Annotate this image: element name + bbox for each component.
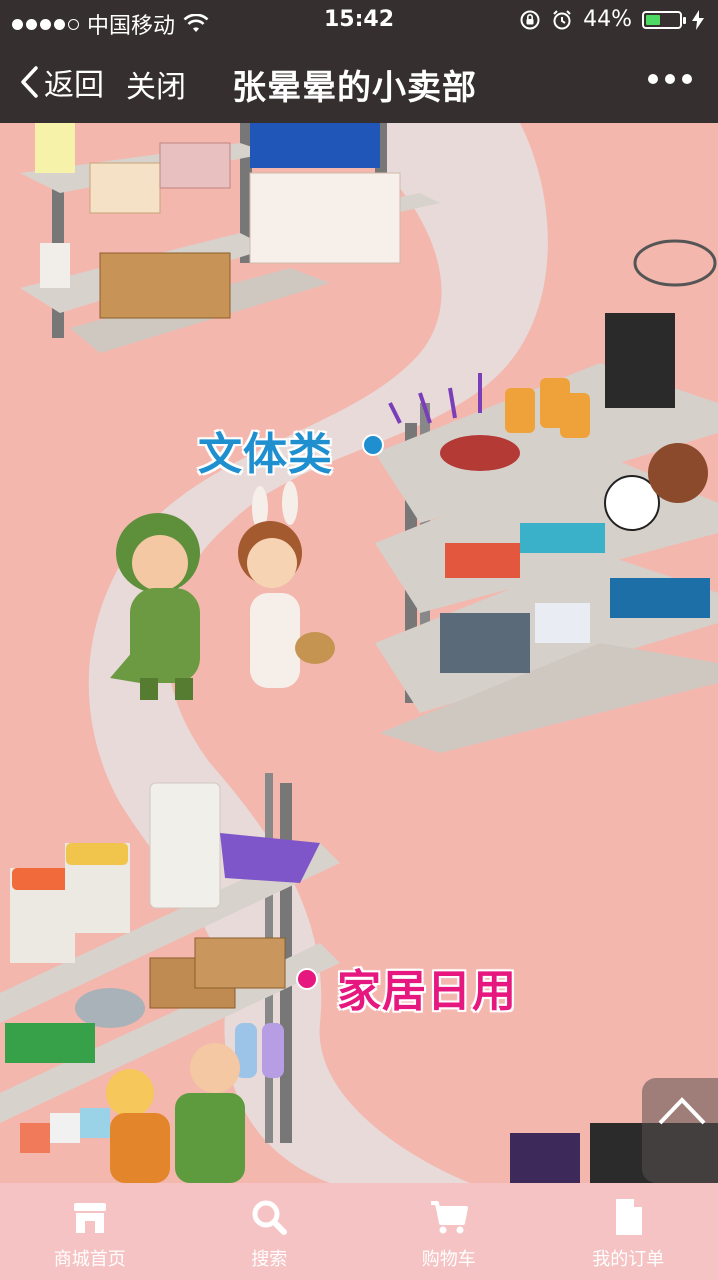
close-button[interactable]: 关闭 [126, 62, 186, 106]
tab-search-label: 搜索 [251, 1249, 288, 1270]
store-icon [73, 1203, 106, 1233]
back-button[interactable]: 返回 [18, 60, 104, 104]
tab-cart-label: 购物车 [421, 1249, 476, 1270]
tab-cart[interactable]: 购物车 [359, 1183, 539, 1280]
order-document-icon [616, 1199, 643, 1235]
bottom-tab-bar: 商城首页 搜索 购物车 我的订单 [0, 1183, 718, 1280]
rotation-lock-icon [520, 10, 540, 29]
search-icon [252, 1200, 288, 1235]
tab-orders-label: 我的订单 [592, 1249, 665, 1270]
charging-bolt-icon [692, 9, 704, 30]
more-dots-icon [648, 74, 658, 84]
alarm-icon [553, 9, 571, 29]
category-home-dot[interactable] [296, 968, 318, 990]
category-sports-dot[interactable] [362, 434, 384, 456]
battery-icon [642, 10, 686, 29]
store-map-scene: 文体类 家居日用 [0, 123, 718, 1183]
category-sports-label[interactable]: 文体类 [197, 418, 333, 482]
chevron-left-icon [21, 66, 38, 98]
chevron-up-icon [658, 1097, 706, 1125]
tab-search[interactable]: 搜索 [180, 1183, 360, 1280]
store-illustration [0, 123, 718, 1183]
nav-bar: 返回 关闭 张晕晕的小卖部 [0, 40, 718, 123]
tab-home-label: 商城首页 [53, 1249, 126, 1270]
cart-icon [430, 1201, 468, 1234]
back-label: 返回 [44, 68, 104, 103]
back-to-top-button[interactable] [642, 1078, 718, 1183]
status-bar: 中国移动 15:42 44% [0, 0, 718, 40]
tab-home[interactable]: 商城首页 [0, 1183, 180, 1280]
page-title: 张晕晕的小卖部 [232, 68, 477, 108]
tab-orders[interactable]: 我的订单 [539, 1183, 718, 1280]
battery-percent: 44% [583, 7, 632, 32]
more-menu-button[interactable] [648, 74, 692, 84]
category-home-label[interactable]: 家居日用 [336, 955, 517, 1019]
